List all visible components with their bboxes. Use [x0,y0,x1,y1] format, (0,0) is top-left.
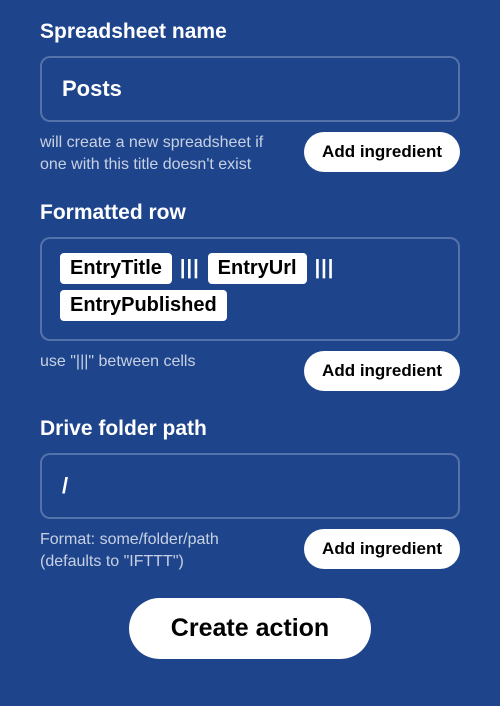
formatted-row-help-text: use "|||" between cells [40,351,270,373]
drive-folder-help-row: Format: some/folder/path (defaults to "I… [40,529,460,572]
ingredient-token[interactable]: EntryTitle [60,253,172,284]
spreadsheet-help-text: will create a new spreadsheet if one wit… [40,132,270,175]
formatted-row-help-row: use "|||" between cells Add ingredient [40,351,460,391]
cell-separator: ||| [311,253,339,284]
drive-folder-label: Drive folder path [40,417,460,441]
ingredient-token[interactable]: EntryUrl [208,253,307,284]
add-ingredient-button[interactable]: Add ingredient [304,351,460,391]
spreadsheet-name-input[interactable] [40,56,460,122]
spreadsheet-name-label: Spreadsheet name [40,20,460,44]
spreadsheet-help-row: will create a new spreadsheet if one wit… [40,132,460,175]
cell-separator: ||| [176,253,204,284]
add-ingredient-button[interactable]: Add ingredient [304,529,460,569]
spreadsheet-name-group: Spreadsheet name will create a new sprea… [40,20,460,175]
formatted-row-input[interactable]: EntryTitle ||| EntryUrl ||| EntryPublish… [40,237,460,341]
formatted-row-label: Formatted row [40,201,460,225]
drive-folder-group: Drive folder path Format: some/folder/pa… [40,417,460,572]
drive-folder-input[interactable] [40,453,460,519]
drive-folder-help-text: Format: some/folder/path (defaults to "I… [40,529,270,572]
add-ingredient-button[interactable]: Add ingredient [304,132,460,172]
formatted-row-group: Formatted row EntryTitle ||| EntryUrl ||… [40,201,460,391]
ingredient-token[interactable]: EntryPublished [60,290,227,321]
create-action-button[interactable]: Create action [129,598,371,659]
create-action-wrap: Create action [40,598,460,659]
